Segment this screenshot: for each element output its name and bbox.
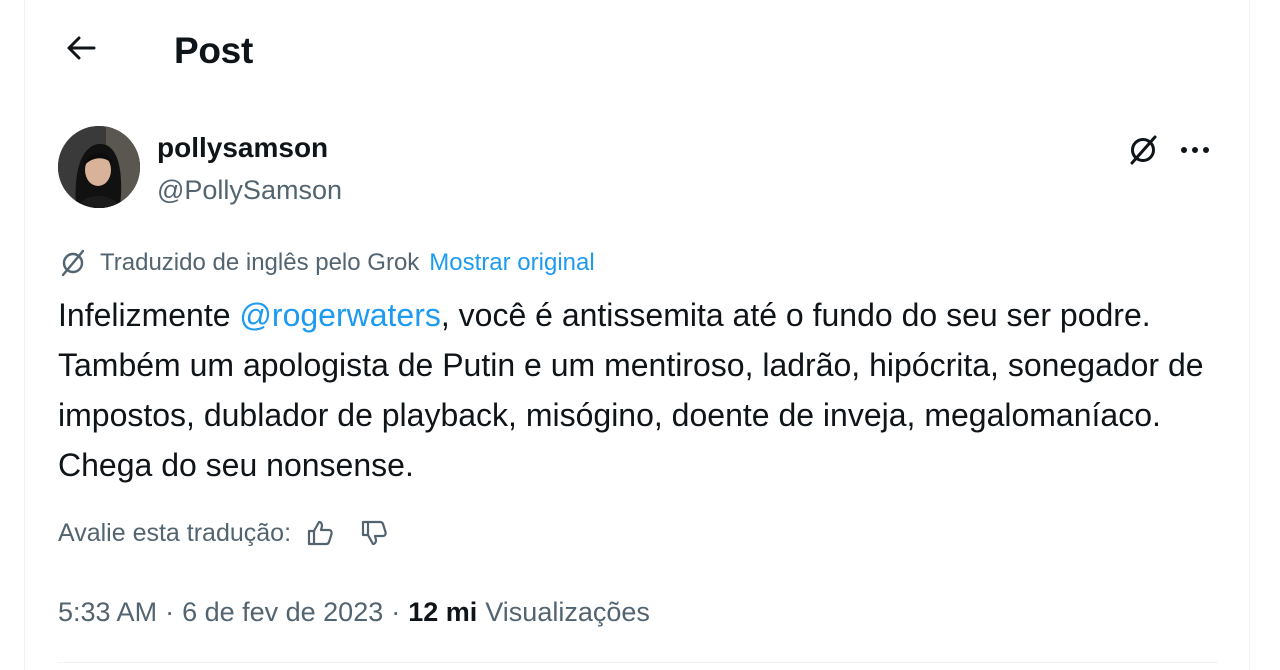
- thumbs-down-icon: [361, 520, 387, 546]
- show-original-link[interactable]: Mostrar original: [429, 249, 594, 277]
- grok-button[interactable]: [1123, 130, 1163, 170]
- post-column: Post pollysamson @PollySamson Traduzido …: [24, 0, 1250, 670]
- thumbs-down-button[interactable]: [357, 516, 391, 550]
- post-meta: 5:33 AM · 6 de fev de 2023 · 12 mi Visua…: [58, 592, 650, 632]
- page-header: Post: [25, 0, 1249, 100]
- divider: [58, 662, 1218, 663]
- translation-note: Traduzido de inglês pelo Grok Mostrar or…: [58, 246, 595, 280]
- author-display-name[interactable]: pollysamson: [157, 130, 328, 166]
- rate-translation: Avalie esta tradução:: [58, 514, 391, 552]
- arrow-left-icon: [67, 36, 96, 60]
- grok-icon: [1130, 135, 1157, 165]
- views-label: Visualizações: [485, 596, 650, 627]
- mention-link[interactable]: @rogerwaters: [239, 297, 440, 333]
- page-title: Post: [174, 30, 253, 71]
- avatar-photo: [58, 126, 140, 208]
- thumbs-up-icon: [307, 520, 333, 546]
- back-button[interactable]: [61, 28, 101, 68]
- meta-separator: ·: [391, 596, 401, 627]
- translation-label: Traduzido de inglês pelo Grok: [100, 249, 420, 276]
- post-date[interactable]: 6 de fev de 2023: [182, 597, 383, 628]
- post-time[interactable]: 5:33 AM: [58, 597, 157, 628]
- avatar[interactable]: [58, 126, 140, 208]
- grok-icon: [58, 248, 88, 278]
- rate-translation-label: Avalie esta tradução:: [58, 518, 292, 547]
- more-horizontal-icon: [1181, 147, 1209, 153]
- tweet-text: Infelizmente @rogerwaters, você é antiss…: [58, 290, 1218, 490]
- tweet-text-start: Infelizmente: [58, 297, 240, 333]
- author-handle[interactable]: @PollySamson: [157, 172, 342, 208]
- views-count: 12 mi: [408, 596, 478, 627]
- more-options-button[interactable]: [1175, 130, 1215, 170]
- thumbs-up-button[interactable]: [303, 516, 337, 550]
- meta-separator: ·: [165, 596, 175, 627]
